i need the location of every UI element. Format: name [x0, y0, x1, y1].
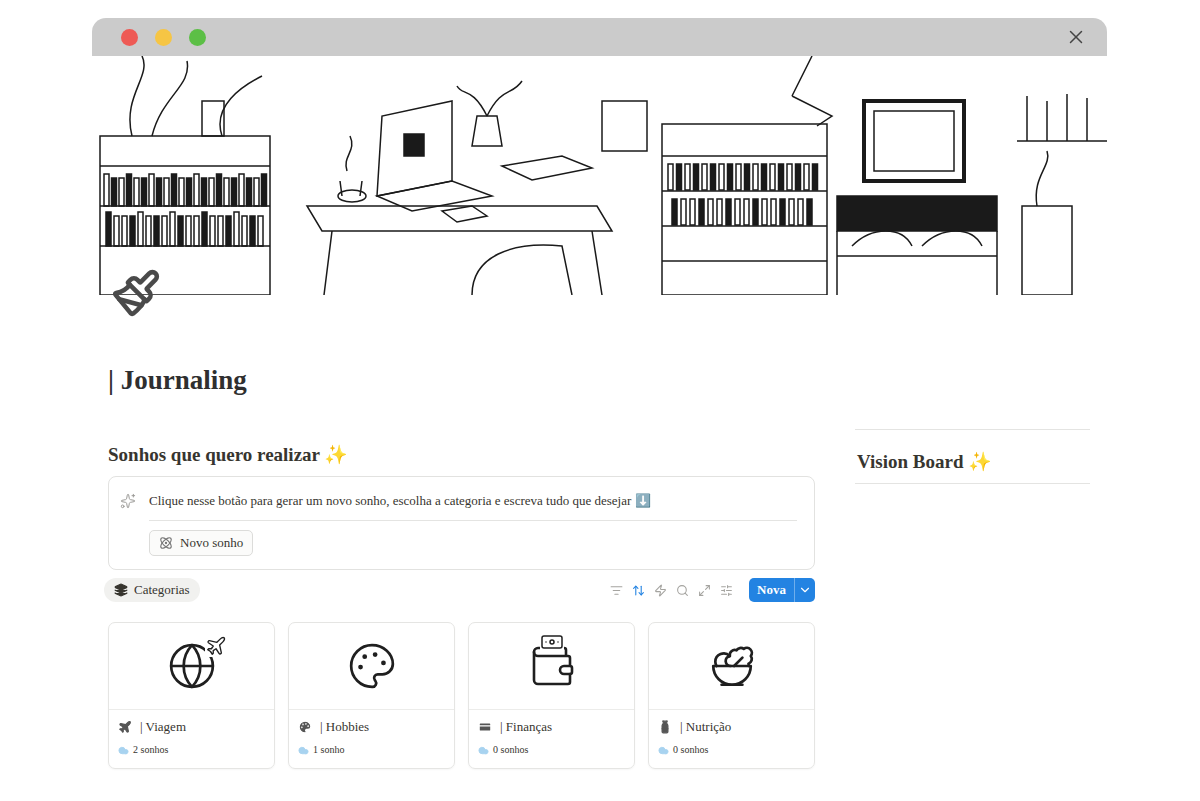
card-image [469, 623, 634, 710]
palette-icon [298, 720, 312, 734]
dreams-heading: Sonhos que quero realizar ✨ [108, 443, 815, 467]
vision-board-section: Vision Board ✨ [855, 429, 1090, 484]
card-icon [478, 720, 492, 734]
callout-text: Clique nesse botão para gerar um novo so… [149, 492, 797, 509]
wallet-money-icon [528, 642, 576, 690]
layers-icon [114, 583, 128, 597]
dreams-section: Sonhos que quero realizar ✨ Clique nesse … [108, 429, 815, 769]
cover-image [92, 56, 1107, 295]
cloud-icon [658, 745, 669, 756]
close-dot[interactable] [121, 29, 138, 46]
expand-button[interactable] [698, 584, 711, 597]
browser-window: | Journaling Sonhos que quero realizar ✨ C… [92, 18, 1107, 801]
sliders-icon [720, 584, 733, 597]
search-button[interactable] [676, 584, 689, 597]
category-gallery: | Viagem 2 sonhos | Hobbies 1 sonho | Finanç… [108, 622, 815, 769]
card-count: 1 sonho [289, 743, 454, 757]
view-tab[interactable]: Categorias [104, 578, 200, 602]
new-button-menu[interactable] [794, 578, 815, 602]
food-icon [707, 641, 757, 691]
callout: Clique nesse botão para gerar um novo so… [108, 476, 815, 570]
cloud-icon [298, 745, 309, 756]
lightning-icon [654, 584, 667, 597]
card-title: | Viagem [109, 717, 274, 737]
filter-button[interactable] [610, 584, 623, 597]
paintbrush-icon [111, 268, 161, 318]
card-title: | Hobbies [289, 717, 454, 737]
card-title: | Nutrição [649, 717, 814, 737]
cloud-icon [478, 745, 489, 756]
screen: | Journaling Sonhos que quero realizar ✨ C… [0, 0, 1200, 801]
filter-icon [610, 584, 623, 597]
card-count: 0 sonhos [649, 743, 814, 757]
sparkles-icon [120, 493, 136, 509]
close-icon[interactable] [1065, 26, 1087, 48]
sort-button[interactable] [632, 584, 645, 597]
atom-icon [159, 536, 173, 550]
card-count: 2 sonhos [109, 743, 274, 757]
columns: Sonhos que quero realizar ✨ Clique nesse … [108, 429, 1090, 769]
page-title[interactable]: | Journaling [108, 364, 1090, 396]
cover-illustration [92, 56, 1107, 295]
category-card[interactable]: | Viagem 2 sonhos [108, 622, 275, 769]
chevron-down-icon [798, 583, 812, 597]
plane-icon [118, 720, 132, 734]
minimize-dot[interactable] [155, 29, 172, 46]
card-title: | Finanças [469, 717, 634, 737]
expand-icon [698, 584, 711, 597]
new-button[interactable]: Nova [749, 578, 815, 602]
card-image [289, 623, 454, 710]
sort-icon [632, 584, 645, 597]
maximize-dot[interactable] [189, 29, 206, 46]
automation-button[interactable] [654, 584, 667, 597]
cloud-icon [118, 745, 129, 756]
new-dream-button[interactable]: Novo sonho [149, 530, 253, 556]
card-image [649, 623, 814, 710]
new-button-label[interactable]: Nova [749, 578, 794, 602]
settings-button[interactable] [720, 584, 733, 597]
page-icon[interactable] [108, 265, 164, 321]
card-count: 0 sonhos [469, 743, 634, 757]
card-image [109, 623, 274, 710]
vision-board-heading: Vision Board ✨ [857, 450, 1088, 474]
bottles-icon [658, 720, 672, 734]
title-bar [92, 18, 1107, 56]
callout-divider [149, 520, 797, 521]
category-card[interactable]: | Hobbies 1 sonho [288, 622, 455, 769]
page-body: | Journaling Sonhos que quero realizar ✨ C… [92, 295, 1107, 769]
search-icon [676, 584, 689, 597]
palette-icon [347, 641, 397, 691]
view-toolbar: CategoriasNova [108, 576, 815, 604]
category-card[interactable]: | Nutrição 0 sonhos [648, 622, 815, 769]
category-card[interactable]: | Finanças 0 sonhos [468, 622, 635, 769]
globe-plane-icon [167, 641, 217, 691]
